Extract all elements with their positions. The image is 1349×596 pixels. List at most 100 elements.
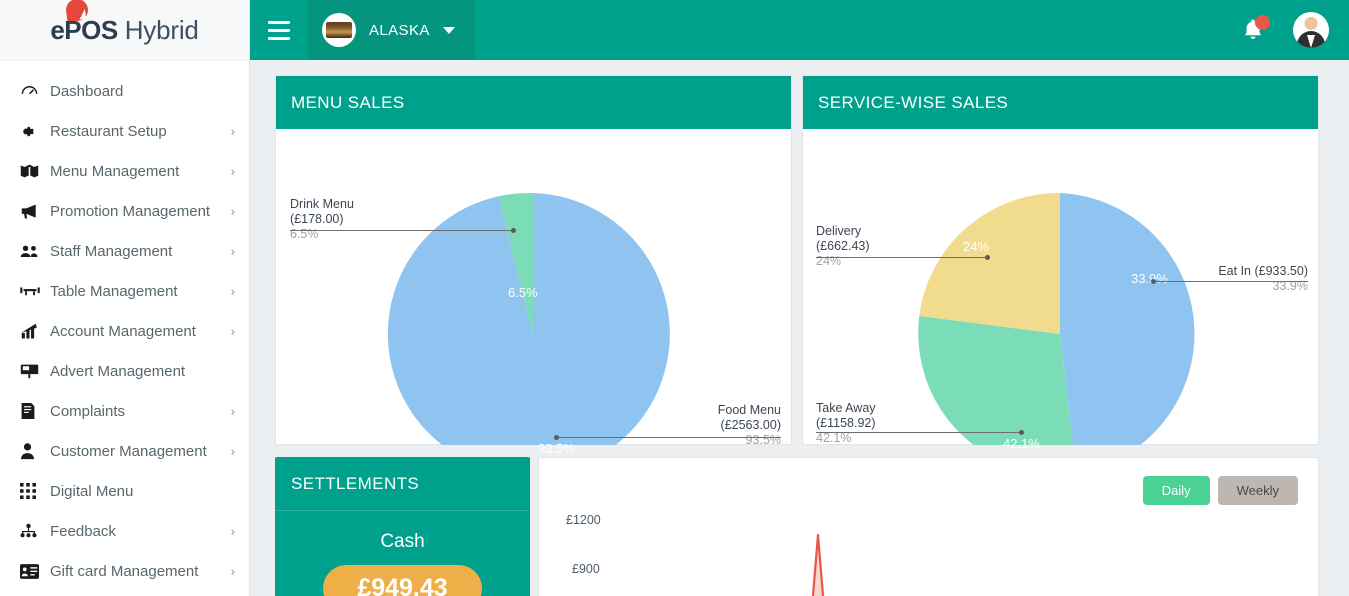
- service-wise-sales-card: SERVICE-WISE SALES 33.9% 42.1% 24% Deliv…: [802, 75, 1319, 475]
- toggle-weekly-button[interactable]: Weekly: [1217, 476, 1298, 505]
- brand-name-light: Hybrid: [124, 14, 199, 45]
- chevron-right-icon: ›: [230, 243, 235, 259]
- sidebar-item-restaurant-setup[interactable]: Restaurant Setup ›: [0, 111, 249, 151]
- notification-badge: [1255, 15, 1270, 30]
- sidebar-item-label: Restaurant Setup: [50, 122, 167, 140]
- chevron-right-icon: ›: [230, 203, 235, 219]
- sidebar-item-promotion-management[interactable]: Promotion Management ›: [0, 191, 249, 231]
- sidebar-item-label: Advert Management: [50, 362, 186, 380]
- sidebar-item-customer-management[interactable]: Customer Management ›: [0, 431, 249, 471]
- leader-line-drink: [290, 230, 513, 231]
- leader-line-take-away: [816, 432, 1021, 433]
- slice-label-eat-in: 33.9%: [1131, 271, 1168, 286]
- person-icon: [20, 442, 50, 460]
- sidebar: ePOS Hybrid Dashboard Restaurant Setup ›: [0, 0, 250, 596]
- service-wise-sales-chart: 33.9% 42.1% 24% Delivery (£662.43) 24% E…: [803, 129, 1318, 475]
- sidebar-item-label: Table Management: [50, 282, 178, 300]
- brand-logo[interactable]: ePOS Hybrid: [0, 0, 249, 61]
- settlements-body: Cash £949.43: [276, 511, 529, 596]
- annotation-line1: Delivery: [816, 224, 862, 238]
- sidebar-item-label: Customer Management: [50, 442, 207, 460]
- annotation-food-menu: Food Menu (£2563.00) 93.5%: [718, 403, 781, 448]
- slice-label-delivery: 24%: [963, 239, 990, 254]
- daily-sales-area-series: [811, 533, 825, 596]
- chevron-right-icon: ›: [230, 563, 235, 579]
- annotation-percent: 93.5%: [745, 433, 781, 447]
- leader-dot-drink: [511, 228, 516, 233]
- sidebar-item-gift-card-management[interactable]: Gift card Management ›: [0, 551, 249, 591]
- menu-sales-chart: 6.5% 93.5% Drink Menu (£178.00) 6.5% Foo…: [276, 129, 791, 475]
- annotation-line2: (£2563.00): [720, 418, 781, 432]
- grid-dots-icon: [20, 483, 50, 499]
- sidebar-item-label: Digital Menu: [50, 482, 134, 500]
- store-avatar: [322, 13, 356, 47]
- annotation-delivery: Delivery (£662.43) 24%: [816, 224, 870, 269]
- slice-label-drink: 6.5%: [508, 285, 538, 300]
- settlement-amount-badge: £949.43: [323, 565, 482, 596]
- settlements-title: SETTLEMENTS: [276, 458, 529, 511]
- notifications-button[interactable]: [1241, 15, 1270, 43]
- annotation-line1: Take Away: [816, 401, 876, 415]
- chart-growth-icon: [20, 323, 50, 340]
- leader-line-eat-in: [1153, 281, 1308, 282]
- slice-label-take-away: 42.1%: [1003, 436, 1040, 451]
- hamburger-icon[interactable]: [250, 0, 308, 60]
- annotation-take-away: Take Away (£1158.92) 42.1%: [816, 401, 876, 446]
- topbar-actions: [1241, 12, 1349, 48]
- store-name: ALASKA: [369, 21, 430, 39]
- chevron-right-icon: ›: [230, 283, 235, 299]
- period-toggle-group: Daily Weekly: [1142, 476, 1298, 505]
- sidebar-item-feedback[interactable]: Feedback ›: [0, 511, 249, 551]
- gear-icon: [20, 123, 50, 140]
- annotation-line1: Food Menu: [717, 403, 781, 417]
- sidebar-item-staff-management[interactable]: Staff Management ›: [0, 231, 249, 271]
- sidebar-item-account-management[interactable]: Account Management ›: [0, 311, 249, 351]
- chevron-right-icon: ›: [230, 163, 235, 179]
- service-wise-sales-title: SERVICE-WISE SALES: [803, 76, 1318, 129]
- sidebar-item-label: Dashboard: [50, 82, 124, 100]
- menu-sales-title: MENU SALES: [276, 76, 791, 129]
- sidebar-nav: Dashboard Restaurant Setup › Menu Manage…: [0, 61, 249, 591]
- sidebar-item-label: Complaints: [50, 402, 126, 420]
- sales-graph-card: Daily Weekly £1200 £900: [538, 457, 1319, 596]
- chevron-right-icon: ›: [230, 323, 235, 339]
- toggle-daily-button[interactable]: Daily: [1142, 476, 1210, 505]
- chevron-right-icon: ›: [230, 403, 235, 419]
- menu-sales-card: MENU SALES 6.5% 93.5% Drink Menu (£178.0…: [275, 75, 792, 475]
- sidebar-item-label: Gift card Management: [50, 562, 199, 580]
- sidebar-item-table-management[interactable]: Table Management ›: [0, 271, 249, 311]
- leader-line-delivery: [816, 257, 987, 258]
- annotation-line2: (£662.43): [816, 239, 870, 253]
- people-icon: [20, 244, 50, 259]
- slice-label-food: 93.5%: [538, 441, 575, 456]
- brand-name-bold: ePOS: [50, 14, 118, 45]
- annotation-line2: (£178.00): [290, 212, 344, 226]
- sidebar-item-label: Account Management: [50, 322, 196, 340]
- chevron-right-icon: ›: [230, 123, 235, 139]
- sidebar-item-label: Menu Management: [50, 162, 180, 180]
- sidebar-item-label: Feedback: [50, 522, 116, 540]
- chevron-down-icon: [442, 26, 455, 34]
- billboard-icon: [20, 363, 50, 379]
- sidebar-item-label: Promotion Management: [50, 202, 211, 220]
- leader-dot-food: [554, 435, 559, 440]
- y-axis-tick-900: £900: [572, 562, 600, 576]
- store-switcher[interactable]: ALASKA: [308, 0, 475, 60]
- annotation-line1: Drink Menu: [290, 197, 354, 211]
- leader-dot-eat-in: [1151, 279, 1156, 284]
- leader-dot-take-away: [1019, 430, 1024, 435]
- sidebar-item-dashboard[interactable]: Dashboard: [0, 71, 249, 111]
- sidebar-item-advert-management[interactable]: Advert Management: [0, 351, 249, 391]
- sidebar-item-digital-menu[interactable]: Digital Menu: [0, 471, 249, 511]
- annotation-percent: 42.1%: [816, 431, 852, 445]
- annotation-eat-in: Eat In (£933.50) 33.9%: [1218, 264, 1308, 294]
- user-avatar-icon[interactable]: [1293, 12, 1329, 48]
- sidebar-item-complaints[interactable]: Complaints ›: [0, 391, 249, 431]
- sidebar-item-menu-management[interactable]: Menu Management ›: [0, 151, 249, 191]
- sidebar-item-label: Staff Management: [50, 242, 173, 260]
- dashboard-icon: [20, 82, 50, 101]
- table-icon: [20, 285, 50, 298]
- megaphone-icon: [20, 203, 50, 220]
- leader-dot-delivery: [985, 255, 990, 260]
- annotation-line1: Eat In (£933.50): [1218, 264, 1308, 278]
